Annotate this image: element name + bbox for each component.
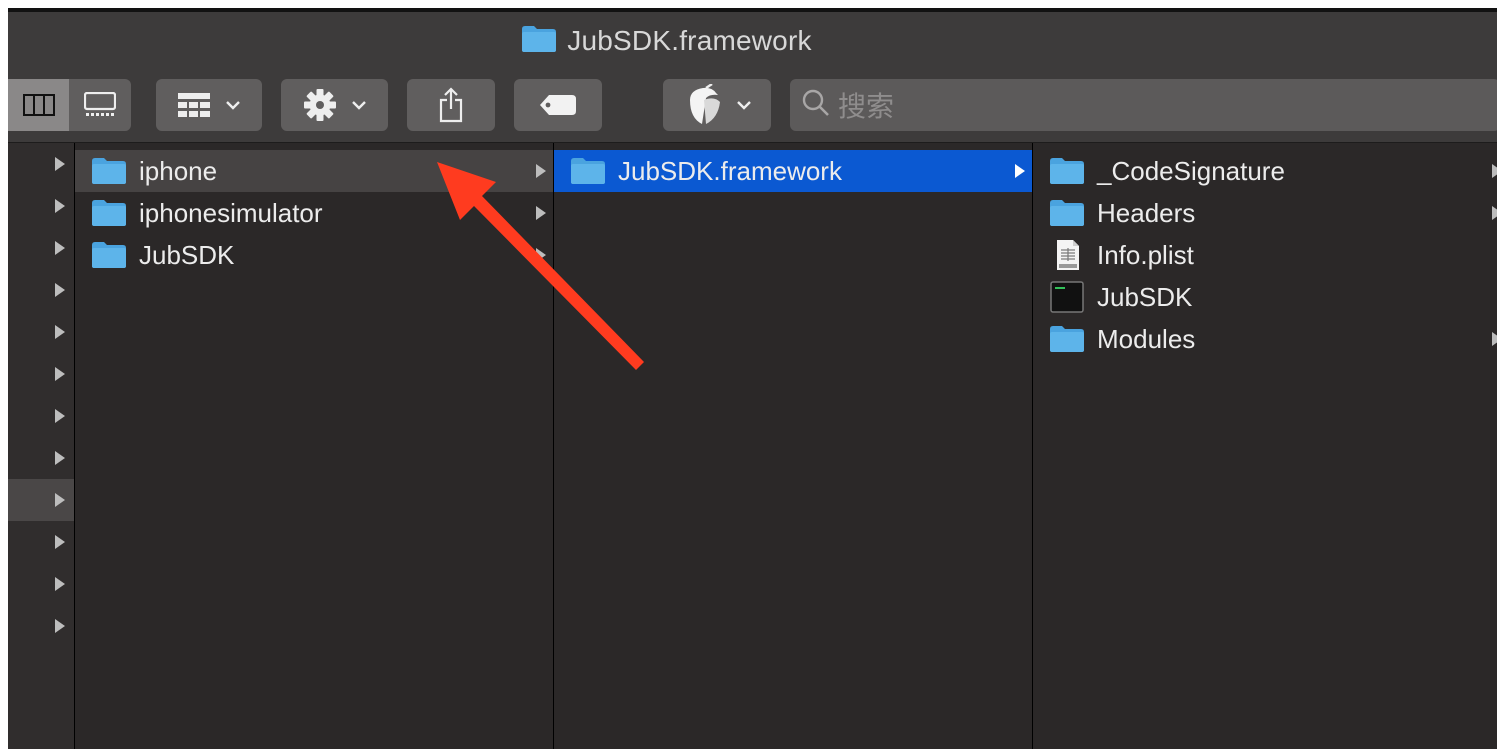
title-bar: JubSDK.framework xyxy=(8,12,1497,70)
chevron-down-icon xyxy=(351,100,367,110)
item-name: iphone xyxy=(139,155,218,186)
item-name: _CodeSignature xyxy=(1097,155,1285,186)
acorn-app-icon xyxy=(682,84,724,126)
folder-icon xyxy=(92,158,126,184)
group-grid-icon xyxy=(177,92,211,118)
toolbar: 搜索 xyxy=(8,70,1497,143)
title-folder-icon xyxy=(521,25,557,58)
item-name: Info.plist xyxy=(1097,239,1194,270)
item-name: JubSDK.framework xyxy=(618,155,842,186)
gear-icon xyxy=(303,88,337,122)
list-item-jubsdk-framework[interactable]: JubSDK.framework xyxy=(554,150,1032,192)
gallery-view-icon[interactable] xyxy=(69,79,130,131)
parent-row[interactable] xyxy=(8,353,74,395)
folder-icon xyxy=(1050,158,1084,184)
parent-row[interactable] xyxy=(8,563,74,605)
item-name: Headers xyxy=(1097,197,1196,228)
parent-row[interactable] xyxy=(8,437,74,479)
parent-row[interactable] xyxy=(8,185,74,227)
folder-icon xyxy=(92,200,126,226)
item-name: JubSDK xyxy=(139,239,235,270)
list-item-modules[interactable]: Modules xyxy=(1033,318,1497,360)
title-wrap: JubSDK.framework xyxy=(521,25,811,58)
tags-button[interactable] xyxy=(514,79,602,131)
search-icon xyxy=(802,89,830,122)
column-browser: iphone iphonesimulator JubSDK JubSDK.fra… xyxy=(8,143,1497,749)
tag-icon xyxy=(539,94,577,116)
disclosure-arrow-icon xyxy=(1015,164,1025,178)
list-item-headers[interactable]: Headers xyxy=(1033,192,1497,234)
search-field[interactable]: 搜索 xyxy=(790,79,1497,131)
disclosure-arrow-icon xyxy=(1492,164,1497,178)
parent-row[interactable] xyxy=(8,521,74,563)
list-item-jubsdk[interactable]: JubSDK xyxy=(75,234,553,276)
parent-row[interactable] xyxy=(8,605,74,647)
view-mode-segment xyxy=(8,79,131,131)
window-title: JubSDK.framework xyxy=(567,25,812,56)
item-name: iphonesimulator xyxy=(139,197,323,228)
list-item-iphonesimulator[interactable]: iphonesimulator xyxy=(75,192,553,234)
parent-row[interactable] xyxy=(8,269,74,311)
parent-column xyxy=(8,143,75,749)
folder-icon xyxy=(92,242,126,268)
chevron-down-icon xyxy=(225,100,241,110)
disclosure-arrow-icon xyxy=(536,206,546,220)
parent-row[interactable] xyxy=(8,227,74,269)
folder-icon xyxy=(1050,200,1084,226)
item-name: Modules xyxy=(1097,323,1196,354)
terminal-executable-icon xyxy=(1050,281,1084,313)
parent-row[interactable] xyxy=(8,311,74,353)
search-placeholder: 搜索 xyxy=(838,91,895,122)
action-button[interactable] xyxy=(281,79,388,131)
list-item-jubsdk-binary[interactable]: JubSDK xyxy=(1033,276,1497,318)
column-2: JubSDK.framework xyxy=(554,143,1033,749)
share-button[interactable] xyxy=(407,79,495,131)
column-1: iphone iphonesimulator JubSDK xyxy=(75,143,554,749)
parent-row-highlighted[interactable] xyxy=(8,479,74,521)
disclosure-arrow-icon xyxy=(1492,332,1497,346)
disclosure-arrow-icon xyxy=(536,164,546,178)
share-icon xyxy=(438,87,464,123)
disclosure-arrow-icon xyxy=(536,248,546,262)
group-by-button[interactable] xyxy=(156,79,262,131)
parent-row[interactable] xyxy=(8,395,74,437)
parent-row[interactable] xyxy=(8,143,74,185)
folder-icon xyxy=(571,158,605,184)
column-3: _CodeSignature Headers Info.plist JubSDK… xyxy=(1033,143,1497,749)
list-item-info-plist[interactable]: Info.plist xyxy=(1033,234,1497,276)
columns-view-icon[interactable] xyxy=(8,79,69,131)
item-name: JubSDK xyxy=(1097,281,1193,312)
finder-window: JubSDK.framework 搜索 iphone iphonesimulat… xyxy=(8,8,1497,749)
list-item-iphone[interactable]: iphone xyxy=(75,150,553,192)
folder-icon xyxy=(1050,326,1084,352)
disclosure-arrow-icon xyxy=(1492,206,1497,220)
plist-file-icon xyxy=(1057,240,1079,270)
chevron-down-icon xyxy=(736,100,752,110)
list-item-codesignature[interactable]: _CodeSignature xyxy=(1033,150,1497,192)
app-button[interactable] xyxy=(663,79,771,131)
